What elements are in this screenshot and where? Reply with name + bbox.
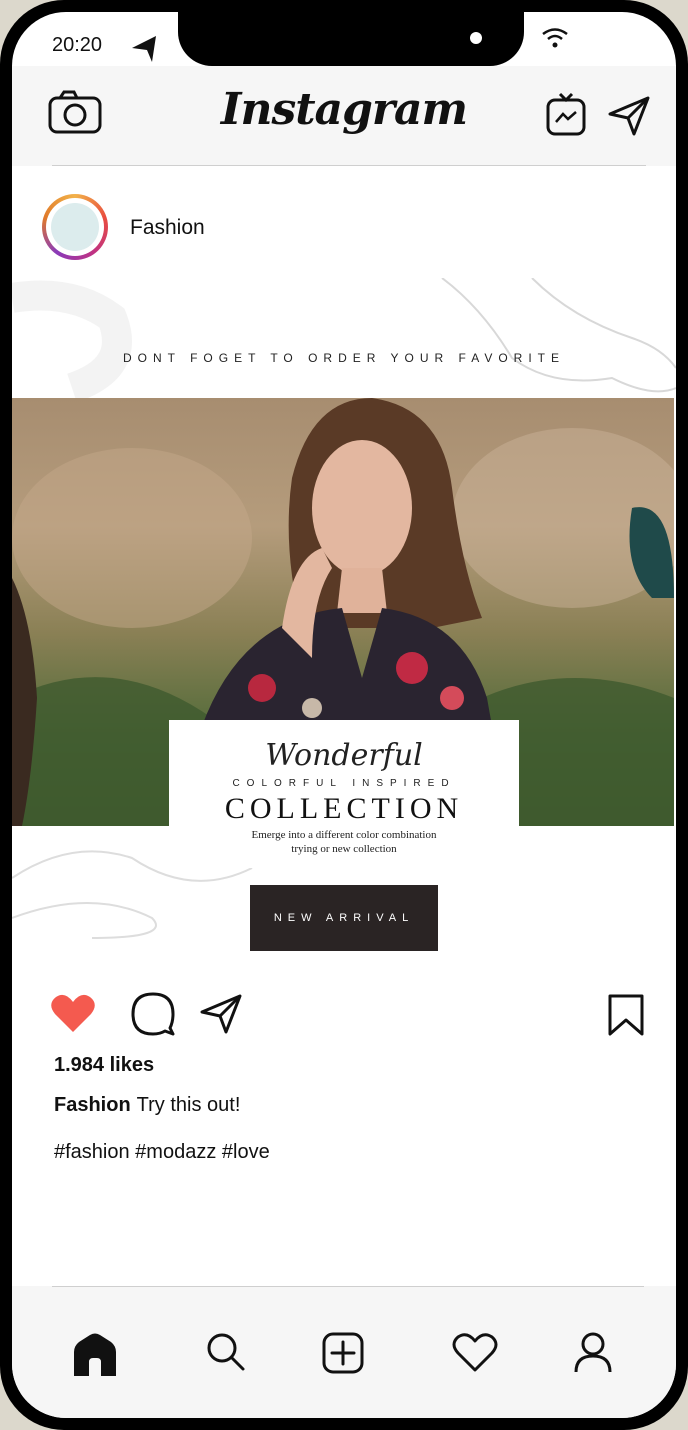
app-screen: 20:20 Instagram Fashion DONT FOGET TO OR… — [12, 12, 676, 1418]
collection-title: COLLECTION — [224, 792, 464, 825]
igtv-icon[interactable] — [546, 92, 586, 136]
post-header: Fashion — [12, 166, 676, 280]
direct-message-icon[interactable] — [608, 96, 650, 136]
activity-heart-icon[interactable] — [452, 1332, 498, 1372]
location-arrow-icon — [132, 36, 156, 62]
status-time: 20:20 — [52, 34, 103, 56]
share-icon[interactable] — [200, 994, 242, 1034]
description-line-1: Emerge into a different color combinatio… — [251, 829, 437, 841]
description-line-2: trying or new collection — [291, 843, 397, 855]
caption-username[interactable]: Fashion — [54, 1094, 131, 1116]
heart-filled-icon[interactable] — [50, 992, 96, 1034]
post-tagline: DONT FOGET TO ORDER YOUR FAVORITE — [122, 351, 566, 365]
post-username[interactable]: Fashion — [130, 216, 205, 240]
likes-count[interactable]: 1.984 likes — [54, 1054, 154, 1077]
top-navigation-bar: Instagram — [12, 66, 676, 166]
profile-icon[interactable] — [574, 1332, 612, 1374]
post-hashtags[interactable]: #fashion #modazz #love — [54, 1141, 270, 1164]
wifi-icon — [542, 28, 568, 48]
avatar — [51, 203, 99, 251]
front-camera-dot — [470, 32, 482, 44]
tab-bar-divider — [52, 1286, 644, 1287]
home-icon[interactable] — [72, 1332, 118, 1378]
post-caption: Fashion Try this out! — [54, 1094, 240, 1117]
collection-subtitle: COLORFUL INSPIRED — [232, 778, 456, 789]
post-actions — [12, 982, 676, 1052]
bottom-tab-bar — [12, 1286, 676, 1418]
avatar-frame — [46, 198, 104, 256]
collection-card: Wonderful COLORFUL INSPIRED COLLECTION E… — [169, 720, 519, 868]
phone-frame: 20:20 Instagram Fashion DONT FOGET TO OR… — [0, 0, 688, 1430]
add-post-icon[interactable] — [322, 1332, 364, 1374]
avatar-story-ring[interactable] — [42, 194, 108, 260]
post-image[interactable]: DONT FOGET TO ORDER YOUR FAVORITE Wonder… — [12, 278, 676, 954]
new-arrival-button[interactable]: NEW ARRIVAL — [250, 885, 438, 951]
notch — [178, 12, 524, 66]
caption-text: Try this out! — [136, 1094, 241, 1116]
search-icon[interactable] — [206, 1332, 246, 1372]
script-title: Wonderful — [265, 738, 423, 773]
collection-description: Emerge into a different color combinatio… — [169, 828, 519, 856]
bookmark-icon[interactable] — [608, 994, 644, 1036]
comment-icon[interactable] — [130, 992, 176, 1036]
